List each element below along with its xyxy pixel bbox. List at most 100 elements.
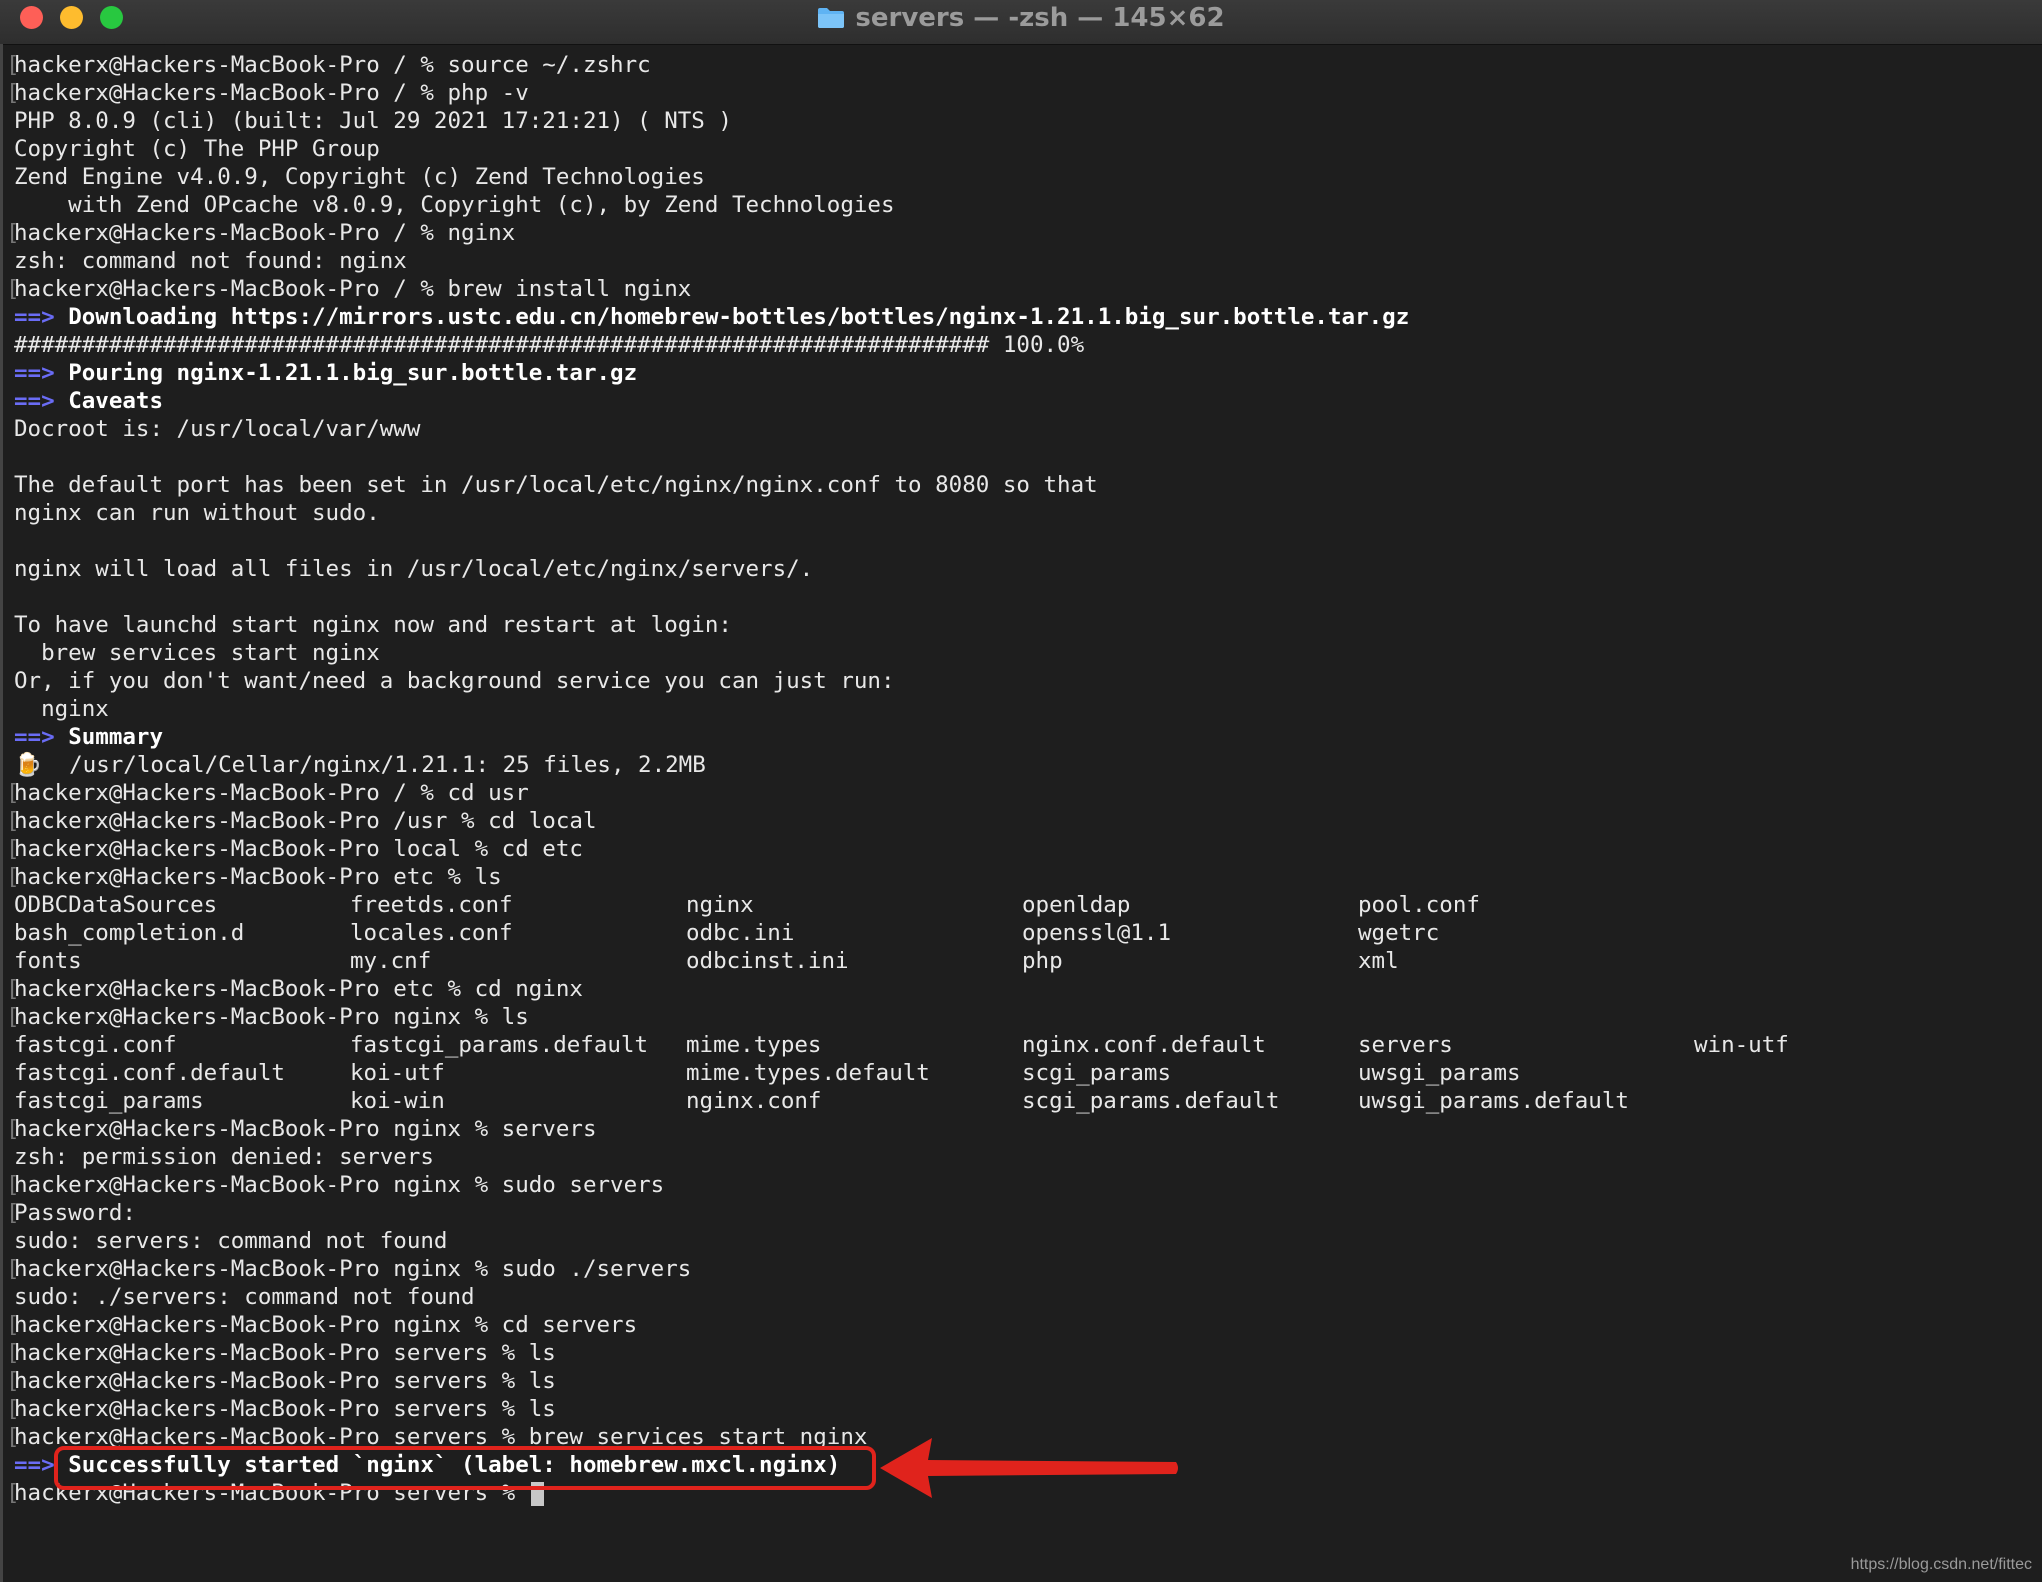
output-line: nginx [14,696,109,722]
line-text: hackerx@Hackers-MacBook-Pro / % brew ins… [14,276,692,302]
prompt-line: [hackerx@Hackers-MacBook-Pro servers % l… [6,1367,2042,1395]
line-text: hackerx@Hackers-MacBook-Pro nginx % sudo… [14,1172,665,1198]
prompt-mark: [ [6,780,20,806]
output-line: The default port has been set in /usr/lo… [14,472,1098,498]
line-text: hackerx@Hackers-MacBook-Pro local % cd e… [14,836,583,862]
line-text: Password: [14,1200,136,1226]
brew-status-text: Summary [68,724,164,750]
line-text: hackerx@Hackers-MacBook-Pro / % php -v [14,80,529,106]
prompt-line: [hackerx@Hackers-MacBook-Pro nginx % ls [6,1003,2042,1031]
prompt-line: [Password: [6,1199,2042,1227]
ls-entry: koi-win [350,1088,445,1114]
ls-entry: freetds.conf [350,892,513,918]
ls-entry: bash_completion.d [14,920,245,946]
prompt-mark: [ [6,836,20,862]
brew-status-line: ==> Pouring nginx-1.21.1.big_sur.bottle.… [14,359,2042,387]
terminal-output[interactable]: [hackerx@Hackers-MacBook-Pro / % source … [6,51,2042,1507]
prompt-line: [hackerx@Hackers-MacBook-Pro / % php -v [6,79,2042,107]
ls-entry: nginx.conf.default [1022,1032,1266,1058]
line-text: hackerx@Hackers-MacBook-Pro / % cd usr [14,780,529,806]
ls-output-row: fastcgi.conf.default koi-utf mime.types.de… [14,1059,2042,1087]
prompt-line: [hackerx@Hackers-MacBook-Pro local % cd … [6,835,2042,863]
ls-entry: servers [1358,1032,1453,1058]
prompt-mark: [ [6,1004,20,1030]
prompt-line: [hackerx@Hackers-MacBook-Pro servers % l… [6,1339,2042,1367]
watermark: https://blog.csdn.net/fittec [1850,1556,2032,1573]
prompt-mark: [ [6,1200,20,1226]
ls-entry: fastcgi_params.default [350,1032,649,1058]
brew-arrow: ==> [14,1452,55,1478]
prompt-mark: [ [6,52,20,78]
ls-entry: openssl@1.1 [1022,920,1172,946]
prompt-mark: [ [6,808,20,834]
output-line: To have launchd start nginx now and rest… [14,612,732,638]
prompt-line: [hackerx@Hackers-MacBook-Pro /usr % cd l… [6,807,2042,835]
prompt-line: [hackerx@Hackers-MacBook-Pro nginx % cd … [6,1311,2042,1339]
prompt-line: [hackerx@Hackers-MacBook-Pro / % source … [6,51,2042,79]
window-title: servers — -zsh — 145×62 [855,3,1225,33]
prompt-mark: [ [6,1312,20,1338]
line-text: hackerx@Hackers-MacBook-Pro servers % ls [14,1340,556,1366]
output-line: Zend Engine v4.0.9, Copyright (c) Zend T… [14,164,705,190]
annotation-arrow-icon [880,1438,1178,1498]
ls-output-row: bash_completion.d locales.conf odbc.ini ope… [14,919,2042,947]
ls-entry: koi-utf [350,1060,445,1086]
brew-arrow: ==> [14,304,55,330]
output-line: Copyright (c) The PHP Group [14,136,380,162]
prompt-mark: [ [6,1396,20,1422]
brew-status-line: ==> Downloading https://mirrors.ustc.edu… [14,303,2042,331]
line-text: hackerx@Hackers-MacBook-Pro etc % ls [14,864,502,890]
ls-entry: fonts [14,948,82,974]
ls-entry: nginx [686,892,754,918]
ls-entry: openldap [1022,892,1131,918]
prompt-line: [hackerx@Hackers-MacBook-Pro nginx % sud… [6,1171,2042,1199]
ls-entry: fastcgi.conf [14,1032,177,1058]
prompt-mark: [ [6,276,20,302]
ls-entry: fastcgi.conf.default [14,1060,285,1086]
ls-entry: win-utf [1694,1032,1789,1058]
ls-entry: wgetrc [1358,920,1440,946]
ls-entry: ODBCDataSources [14,892,218,918]
folder-icon [817,7,845,29]
ls-output-row: ODBCDataSources freetds.conf nginx openldap… [14,891,2042,919]
brew-status-text: Pouring nginx-1.21.1.big_sur.bottle.tar.… [68,360,638,386]
output-line: nginx will load all files in /usr/local/… [14,556,814,582]
title-bar: servers — -zsh — 145×62 [0,0,2042,45]
prompt-mark: [ [6,1116,20,1142]
brew-status-line: ==> Caveats [14,387,2042,415]
line-text: hackerx@Hackers-MacBook-Pro / % source ~… [14,52,651,78]
output-line: 🍺 /usr/local/Cellar/nginx/1.21.1: 25 fil… [14,752,706,778]
line-text: hackerx@Hackers-MacBook-Pro servers % ls [14,1368,556,1394]
ls-entry: scgi_params.default [1022,1088,1280,1114]
ls-entry: php [1022,948,1063,974]
ls-output-row: fastcgi_params koi-win nginx.conf scgi_para… [14,1087,2042,1115]
ls-entry: xml [1358,948,1399,974]
prompt-mark: [ [6,1256,20,1282]
brew-arrow: ==> [14,724,55,750]
output-line: zsh: permission denied: servers [14,1144,434,1170]
prompt-mark: [ [6,1424,20,1450]
ls-output-row: fastcgi.conf fastcgi_params.default mime.t… [14,1031,2042,1059]
output-line: sudo: servers: command not found [14,1228,448,1254]
brew-status-text: Downloading https://mirrors.ustc.edu.cn/… [68,304,1410,330]
prompt-line: [hackerx@Hackers-MacBook-Pro / % cd usr [6,779,2042,807]
ls-entry: uwsgi_params [1358,1060,1521,1086]
ls-output-row: fonts my.cnf odbcinst.ini php xml [14,947,2042,975]
prompt-line: [hackerx@Hackers-MacBook-Pro / % nginx [6,219,2042,247]
output-line: PHP 8.0.9 (cli) (built: Jul 29 2021 17:2… [14,108,732,134]
prompt-mark: [ [6,1368,20,1394]
line-text: hackerx@Hackers-MacBook-Pro nginx % ls [14,1004,529,1030]
line-text: hackerx@Hackers-MacBook-Pro nginx % sudo… [14,1256,692,1282]
ls-entry: pool.conf [1358,892,1480,918]
ls-entry: fastcgi_params [14,1088,204,1114]
brew-status-line: ==> Summary [14,723,2042,751]
prompt-mark: [ [6,1172,20,1198]
ls-entry: nginx.conf [686,1088,822,1114]
output-line: zsh: command not found: nginx [14,248,407,274]
line-text: hackerx@Hackers-MacBook-Pro servers % ls [14,1396,556,1422]
output-line: nginx can run without sudo. [14,500,380,526]
brew-arrow: ==> [14,360,55,386]
ls-entry: locales.conf [350,920,513,946]
line-text: hackerx@Hackers-MacBook-Pro etc % cd ngi… [14,976,583,1002]
